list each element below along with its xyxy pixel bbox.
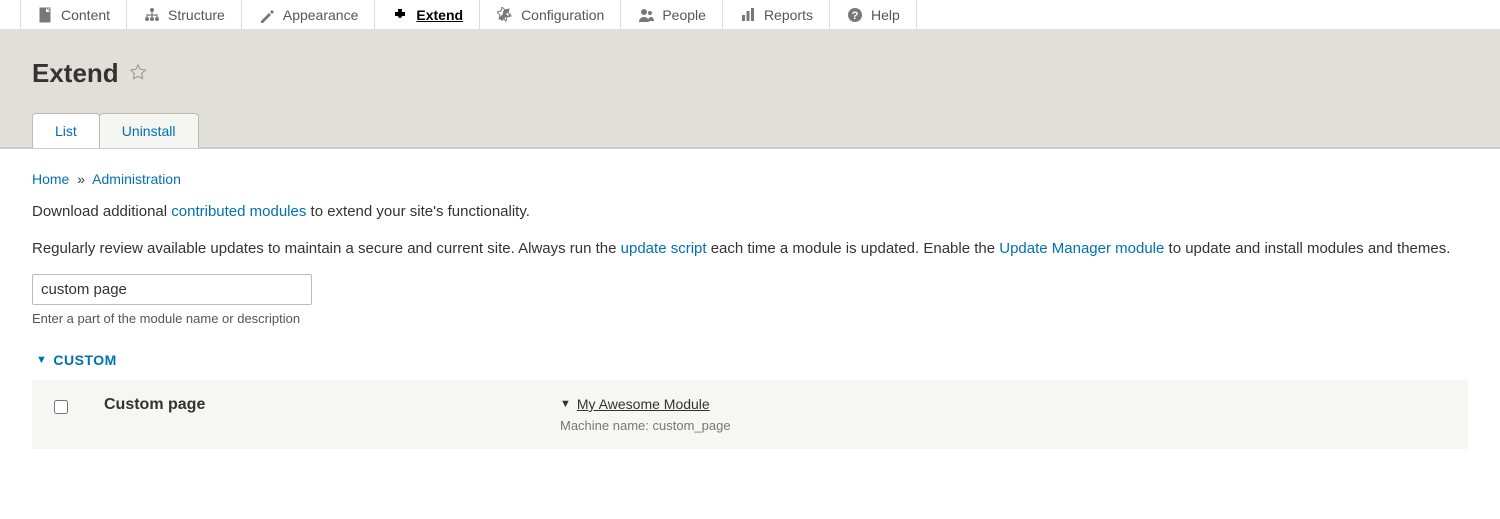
header-region: Extend List Uninstall	[0, 30, 1500, 148]
update-script-link[interactable]: update script	[621, 240, 707, 257]
machine-name: Machine name: custom_page	[560, 418, 1446, 433]
update-manager-link[interactable]: Update Manager module	[999, 240, 1164, 257]
package-name: CUSTOM	[53, 352, 116, 368]
tab-list[interactable]: List	[32, 113, 100, 148]
toolbar-item-reports[interactable]: Reports	[723, 0, 830, 29]
appearance-icon	[259, 7, 275, 23]
breadcrumb-admin[interactable]: Administration	[92, 171, 181, 187]
toolbar-item-content[interactable]: Content	[20, 0, 127, 29]
breadcrumb-sep: »	[77, 171, 85, 187]
page-title-wrap: Extend	[32, 58, 1468, 89]
collapse-icon: ▼	[36, 354, 47, 366]
toolbar-label: Help	[871, 7, 900, 23]
content-region: Home » Administration Download additiona…	[0, 148, 1500, 519]
module-filter-input[interactable]	[32, 274, 312, 305]
toolbar-item-structure[interactable]: Structure	[127, 0, 242, 29]
toolbar-label: Extend	[416, 7, 463, 23]
toolbar-label: Structure	[168, 7, 225, 23]
collapse-icon: ▼	[560, 398, 571, 410]
contributed-modules-link[interactable]: contributed modules	[171, 203, 306, 220]
intro-text-1: Download additional contributed modules …	[32, 201, 1468, 224]
toolbar-item-people[interactable]: People	[621, 0, 723, 29]
module-desc-toggle[interactable]: ▼ My Awesome Module	[560, 396, 1446, 412]
module-enable-checkbox[interactable]	[54, 400, 68, 414]
module-desc-link: My Awesome Module	[577, 396, 710, 412]
breadcrumb-home[interactable]: Home	[32, 171, 69, 187]
star-icon[interactable]	[129, 63, 147, 84]
toolbar-item-appearance[interactable]: Appearance	[242, 0, 376, 29]
toolbar-label: Appearance	[283, 7, 359, 23]
filter-description: Enter a part of the module name or descr…	[32, 311, 1468, 326]
people-icon	[638, 7, 654, 23]
page-title: Extend	[32, 58, 119, 89]
toolbar-label: People	[662, 7, 706, 23]
module-row: Custom page ▼ My Awesome Module Machine …	[32, 380, 1468, 449]
intro-text-2: Regularly review available updates to ma…	[32, 238, 1468, 261]
configuration-icon	[497, 7, 513, 23]
package-header-custom[interactable]: ▼ CUSTOM	[36, 352, 1468, 368]
content-icon	[37, 7, 53, 23]
help-icon: ?	[847, 7, 863, 23]
toolbar-label: Content	[61, 7, 110, 23]
toolbar-label: Configuration	[521, 7, 604, 23]
module-name: Custom page	[104, 396, 524, 414]
module-details: ▼ My Awesome Module Machine name: custom…	[560, 396, 1446, 433]
toolbar-item-configuration[interactable]: Configuration	[480, 0, 621, 29]
toolbar-item-help[interactable]: ? Help	[830, 0, 917, 29]
admin-toolbar: Content Structure Appearance Extend Conf…	[0, 0, 1500, 30]
reports-icon	[740, 7, 756, 23]
breadcrumb: Home » Administration	[32, 171, 1468, 187]
toolbar-item-extend[interactable]: Extend	[375, 0, 480, 29]
toolbar-label: Reports	[764, 7, 813, 23]
svg-text:?: ?	[852, 10, 859, 22]
tab-uninstall[interactable]: Uninstall	[99, 113, 199, 148]
extend-icon	[392, 7, 408, 23]
structure-icon	[144, 7, 160, 23]
tabs: List Uninstall	[32, 113, 1468, 148]
